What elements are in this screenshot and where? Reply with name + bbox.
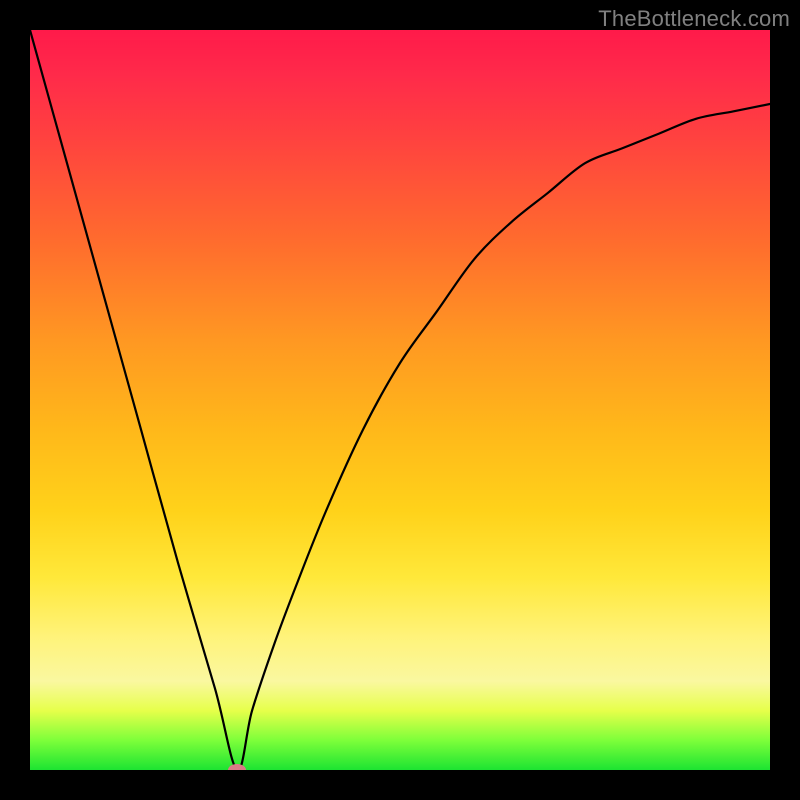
optimal-point-marker <box>228 764 246 770</box>
plot-area <box>30 30 770 770</box>
watermark: TheBottleneck.com <box>598 6 790 32</box>
bottleneck-curve <box>30 30 770 770</box>
chart-frame: TheBottleneck.com <box>0 0 800 800</box>
